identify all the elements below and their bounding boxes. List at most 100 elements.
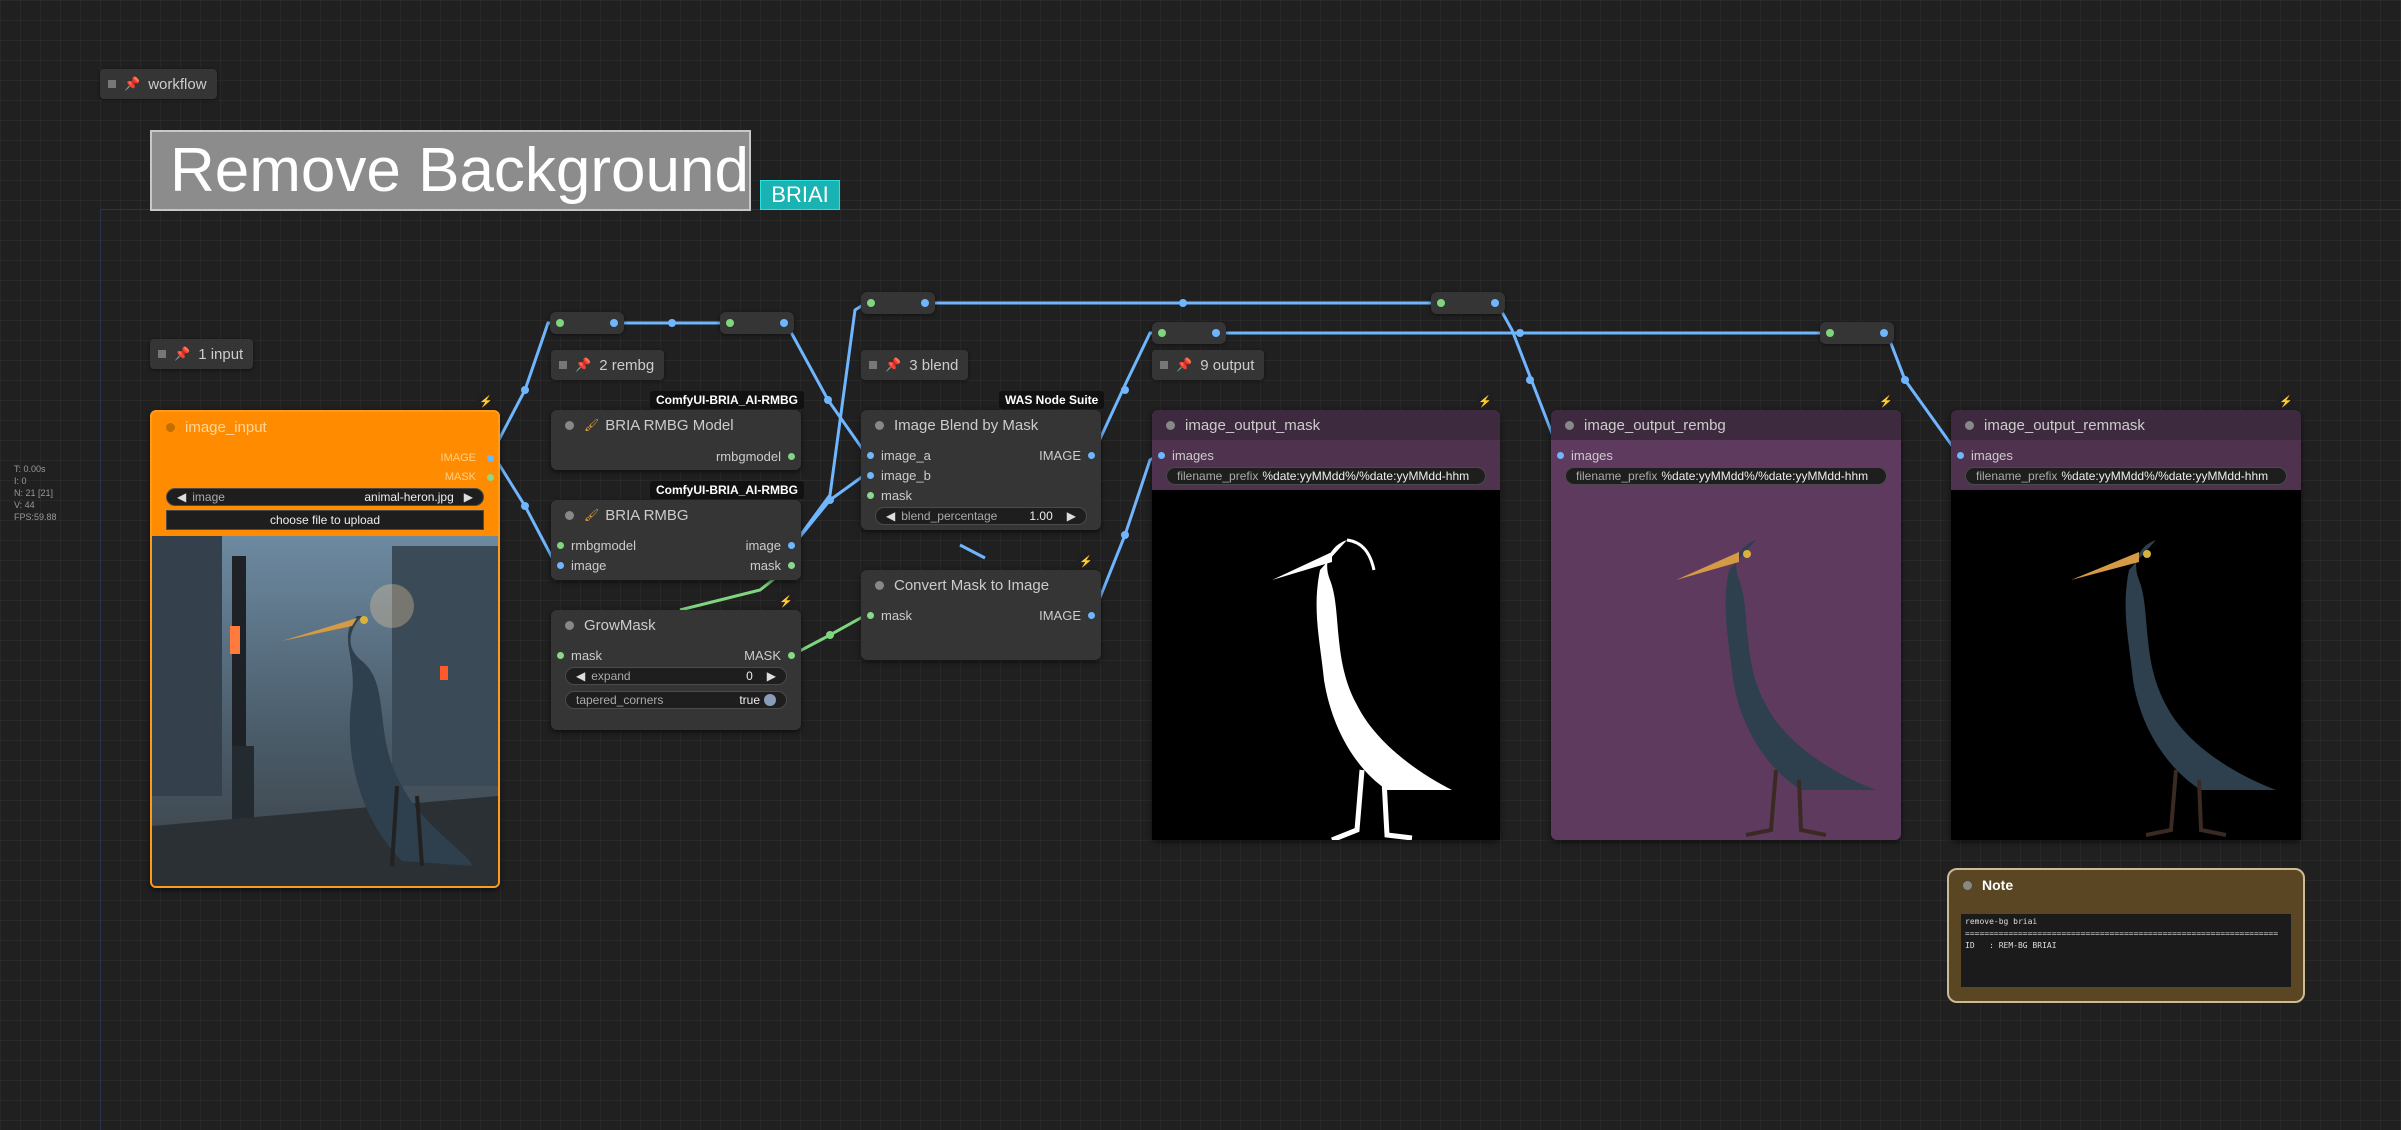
collapse-dot-icon[interactable] (166, 422, 175, 432)
group-blend[interactable]: 📌 3 blend (861, 350, 969, 380)
output-port-mask[interactable] (788, 652, 795, 659)
output-port-image[interactable] (788, 542, 795, 549)
input-port-rmbgmodel[interactable] (557, 542, 564, 549)
reroute-out-port[interactable] (1880, 329, 1888, 337)
note-node[interactable]: Note remove-bg briai ===================… (1947, 868, 2305, 1003)
node-header[interactable]: 🖌 BRIA RMBG Model (551, 410, 801, 440)
node-header[interactable]: image_output_rembg (1551, 410, 1901, 440)
reroute-node[interactable] (1152, 322, 1226, 344)
reroute-in-port[interactable] (867, 299, 875, 307)
output-port-image[interactable] (487, 455, 494, 462)
output-label: IMAGE (1039, 608, 1081, 623)
output-port-mask[interactable] (487, 474, 494, 481)
image-output-mask-node[interactable]: image_output_mask images filename_prefix… (1152, 410, 1500, 840)
arrow-right-icon[interactable]: ▶ (464, 490, 473, 504)
input-port-mask[interactable] (557, 652, 564, 659)
output-port-mask[interactable] (788, 562, 795, 569)
growmask-node[interactable]: GrowMask mask MASK ◀ expand 0 ▶ tapered_… (551, 610, 801, 730)
node-source-badge: ComfyUI-BRIA_AI-RMBG (650, 391, 804, 409)
title-node[interactable]: Remove Background (150, 130, 751, 211)
collapse-dot-icon[interactable] (1965, 420, 1974, 430)
reroute-in-port[interactable] (726, 319, 734, 327)
node-header[interactable]: image_input (152, 412, 498, 442)
arrow-left-icon[interactable]: ◀ (576, 669, 585, 683)
group-rembg[interactable]: 📌 2 rembg (551, 350, 665, 380)
reroute-in-port[interactable] (556, 319, 564, 327)
node-header[interactable]: Convert Mask to Image (861, 570, 1101, 600)
expand-number-widget[interactable]: ◀ expand 0 ▶ (565, 667, 787, 685)
output-port-image[interactable] (1088, 452, 1095, 459)
widget-label: expand (591, 669, 631, 683)
reroute-node[interactable] (1431, 292, 1505, 314)
reroute-node[interactable] (720, 312, 794, 334)
note-textarea[interactable]: remove-bg briai ========================… (1961, 914, 2291, 987)
node-header[interactable]: GrowMask (551, 610, 801, 640)
input-port-image-b[interactable] (867, 472, 874, 479)
output-port-rmbgmodel[interactable] (788, 453, 795, 460)
group-handle-icon (1160, 361, 1168, 369)
collapse-dot-icon[interactable] (565, 620, 574, 630)
toggle-knob-icon[interactable] (764, 694, 776, 706)
widget-label: filename_prefix (1177, 469, 1259, 483)
filename-prefix-widget[interactable]: filename_prefix %date:yyMMdd%/%date:yyMM… (1166, 467, 1486, 485)
collapse-dot-icon[interactable] (1565, 420, 1574, 430)
filename-prefix-widget[interactable]: filename_prefix %date:yyMMdd%/%date:yyMM… (1565, 467, 1887, 485)
output-port-image[interactable] (1088, 612, 1095, 619)
image-output-remmask-node[interactable]: image_output_remmask images filename_pre… (1951, 410, 2301, 840)
reroute-out-port[interactable] (610, 319, 618, 327)
node-header[interactable]: image_output_mask (1152, 410, 1500, 440)
reroute-out-port[interactable] (1212, 329, 1220, 337)
collapse-dot-icon[interactable] (565, 420, 574, 430)
input-port-mask[interactable] (867, 612, 874, 619)
convert-mask-to-image-node[interactable]: Convert Mask to Image mask IMAGE (861, 570, 1101, 660)
bria-rmbg-node[interactable]: 🖌 BRIA RMBG rmbgmodel image image mask (551, 500, 801, 580)
input-port-images[interactable] (1557, 452, 1564, 459)
input-port-image[interactable] (557, 562, 564, 569)
node-title: image_input (185, 418, 267, 436)
group-input[interactable]: 📌 1 input (150, 339, 254, 369)
arrow-right-icon[interactable]: ▶ (1067, 509, 1076, 523)
node-header[interactable]: image_output_remmask (1951, 410, 2301, 440)
bria-rmbg-model-node[interactable]: 🖌 BRIA RMBG Model rmbgmodel (551, 410, 801, 470)
widget-value: %date:yyMMdd%/%date:yyMMdd-hhm (1262, 469, 1470, 483)
filename-prefix-widget[interactable]: filename_prefix %date:yyMMdd%/%date:yyMM… (1965, 467, 2287, 485)
node-header[interactable]: Image Blend by Mask (861, 410, 1101, 440)
input-port-image-a[interactable] (867, 452, 874, 459)
group-handle-icon (869, 361, 877, 369)
node-header[interactable]: 🖌 BRIA RMBG (551, 500, 801, 530)
reroute-out-port[interactable] (780, 319, 788, 327)
collapse-dot-icon[interactable] (875, 420, 884, 430)
input-port-images[interactable] (1957, 452, 1964, 459)
collapse-dot-icon[interactable] (1166, 420, 1175, 430)
input-port-mask[interactable] (867, 492, 874, 499)
collapse-dot-icon[interactable] (875, 580, 884, 590)
image-output-rembg-node[interactable]: image_output_rembg images filename_prefi… (1551, 410, 1901, 840)
reroute-in-port[interactable] (1158, 329, 1166, 337)
arrow-left-icon[interactable]: ◀ (886, 509, 895, 523)
briai-label-node[interactable]: BRIAI (760, 180, 840, 210)
input-port-images[interactable] (1158, 452, 1165, 459)
group-workflow[interactable]: 📌 workflow (100, 69, 217, 99)
input-label: images (1172, 448, 1214, 463)
widget-label: blend_percentage (901, 509, 998, 523)
image-combo-widget[interactable]: ◀ image animal-heron.jpg ▶ (166, 488, 484, 506)
reroute-node[interactable] (1820, 322, 1894, 344)
reroute-node[interactable] (550, 312, 624, 334)
node-header[interactable]: Note (1949, 870, 2303, 900)
widget-value: animal-heron.jpg (364, 490, 454, 504)
image-input-node[interactable]: image_input IMAGE MASK ◀ image animal-he… (150, 410, 500, 888)
collapse-dot-icon[interactable] (565, 510, 574, 520)
arrow-left-icon[interactable]: ◀ (177, 490, 186, 504)
arrow-right-icon[interactable]: ▶ (767, 669, 776, 683)
reroute-in-port[interactable] (1826, 329, 1834, 337)
tapered-corners-toggle[interactable]: tapered_corners true (565, 691, 787, 709)
collapse-dot-icon[interactable] (1963, 880, 1972, 890)
image-blend-by-mask-node[interactable]: Image Blend by Mask image_a image_b mask… (861, 410, 1101, 530)
reroute-in-port[interactable] (1437, 299, 1445, 307)
reroute-node[interactable] (861, 292, 935, 314)
reroute-out-port[interactable] (1491, 299, 1499, 307)
upload-button[interactable]: choose file to upload (166, 510, 484, 530)
group-output[interactable]: 📌 9 output (1152, 350, 1265, 380)
reroute-out-port[interactable] (921, 299, 929, 307)
blend-percentage-widget[interactable]: ◀ blend_percentage 1.00 ▶ (875, 507, 1087, 525)
